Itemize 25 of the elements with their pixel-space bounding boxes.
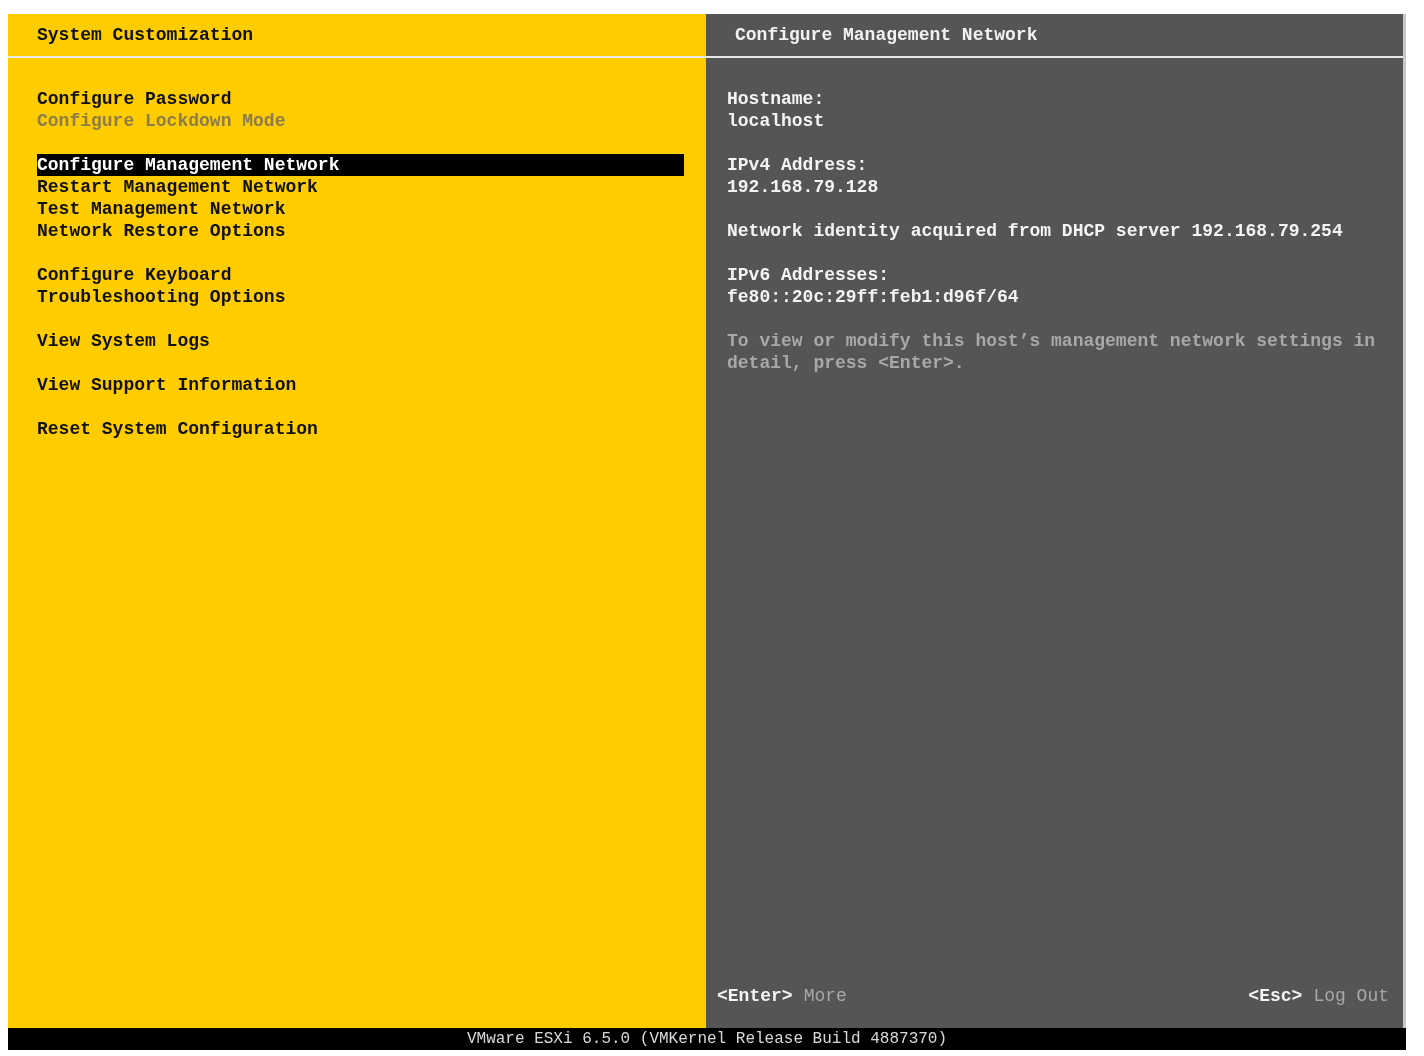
field-value: localhost bbox=[727, 110, 826, 132]
field-label: IPv6 Addresses: bbox=[727, 264, 891, 286]
menu-item[interactable]: View Support Information bbox=[37, 374, 684, 396]
info-text: Network identity acquired from DHCP server 192.168.79.254 bbox=[727, 220, 1344, 242]
menu-item[interactable]: Configure Password bbox=[37, 88, 684, 110]
field-label: IPv4 Address: bbox=[727, 154, 869, 176]
menu-item[interactable]: Network Restore Options bbox=[37, 220, 684, 242]
menu-item[interactable]: Reset System Configuration bbox=[37, 418, 684, 440]
key-label: <Esc> bbox=[1248, 986, 1303, 1006]
field-value: fe80::20c:29ff:feb1:d96f/64 bbox=[727, 286, 1020, 308]
key-action: Log Out bbox=[1313, 986, 1389, 1006]
menu-item[interactable]: Configure Management Network bbox=[37, 154, 684, 176]
menu-item[interactable]: View System Logs bbox=[37, 330, 684, 352]
menu-item[interactable]: Test Management Network bbox=[37, 198, 684, 220]
field-value: 192.168.79.128 bbox=[727, 176, 880, 198]
hint-text: To view or modify this host’s management network settings in detail, press <Enter>. bbox=[727, 330, 1377, 374]
panel-title: Configure Management Network bbox=[735, 25, 1038, 45]
menu-item[interactable]: Restart Management Network bbox=[37, 176, 684, 198]
menu-item[interactable]: Configure Keyboard bbox=[37, 264, 684, 286]
panel-title: System Customization bbox=[37, 25, 254, 45]
menu-item[interactable]: Troubleshooting Options bbox=[37, 286, 684, 308]
key-action: More bbox=[803, 986, 847, 1006]
key-label: <Enter> bbox=[717, 986, 793, 1006]
version-text: VMware ESXi 6.5.0 (VMKernel Release Build 4887370) bbox=[466, 1030, 948, 1048]
field-label: Hostname: bbox=[727, 88, 826, 110]
